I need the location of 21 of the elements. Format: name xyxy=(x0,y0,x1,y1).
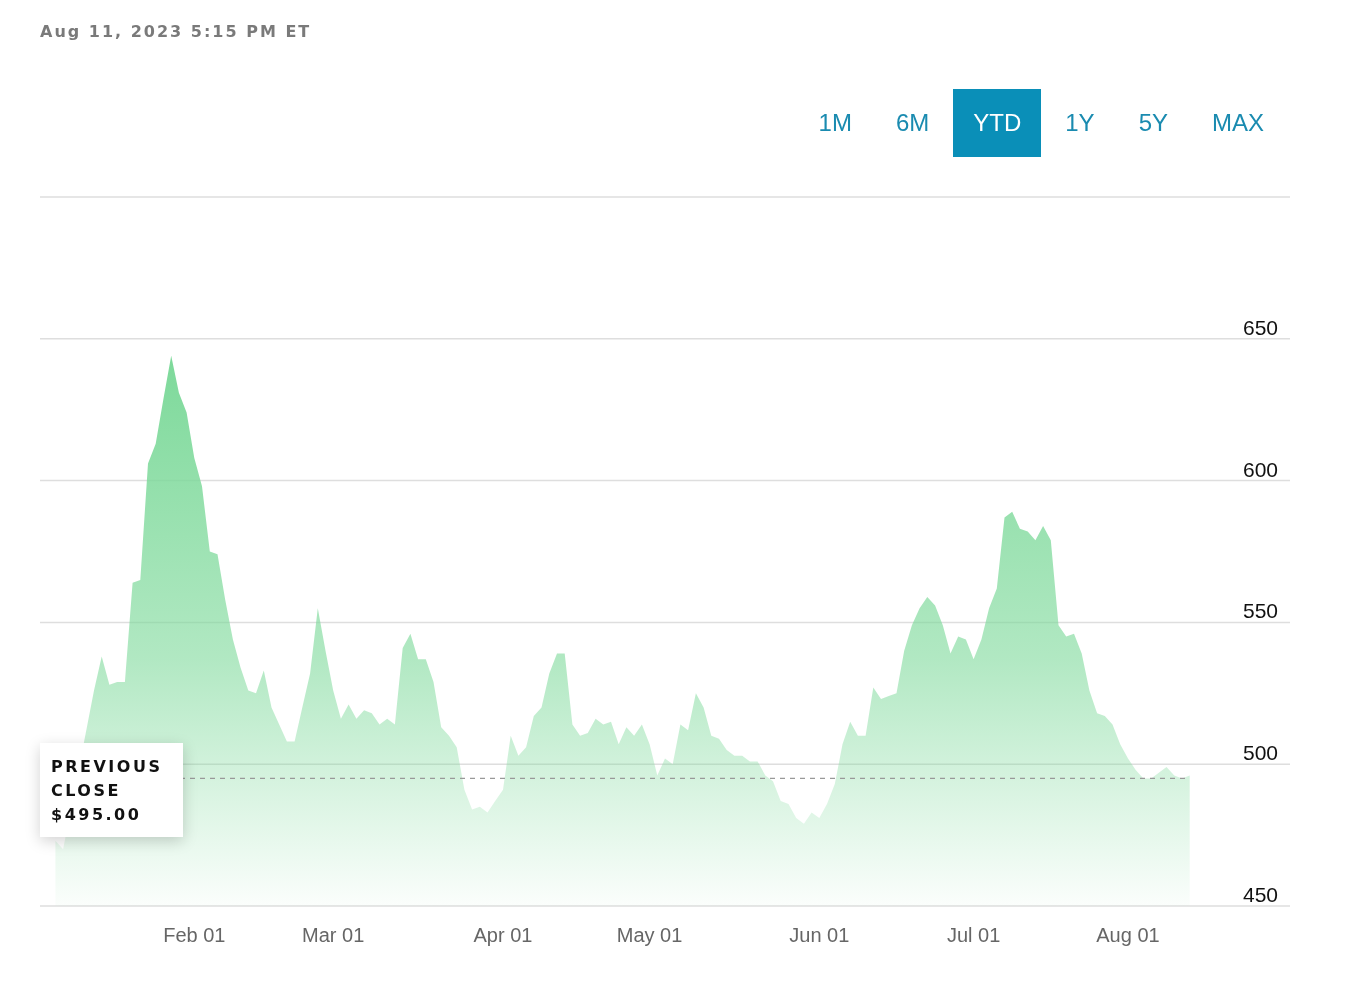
range-tab[interactable]: 1Y xyxy=(1045,89,1115,157)
range-tab[interactable]: 5Y xyxy=(1118,89,1188,157)
range-tab[interactable]: YTD xyxy=(953,89,1042,157)
range-tab[interactable]: 1M xyxy=(798,89,872,157)
y-axis-label: 550 xyxy=(1242,599,1278,623)
timestamp: Aug 11, 2023 5:15 PM ET xyxy=(40,22,313,41)
y-axis-label: 500 xyxy=(1242,741,1278,765)
x-axis-label: Jul 01 xyxy=(946,924,1001,946)
tooltip-value: $495.00 xyxy=(51,804,143,826)
x-axis-label: May 01 xyxy=(616,924,683,946)
y-axis-label: 450 xyxy=(1242,883,1278,906)
y-axis-label: 600 xyxy=(1242,457,1278,481)
range-tab[interactable]: MAX xyxy=(1192,89,1284,157)
x-axis-label: Mar 01 xyxy=(302,924,365,946)
x-axis-label: Aug 01 xyxy=(1096,924,1160,946)
y-axis-label: 650 xyxy=(1242,315,1278,339)
x-axis-label: Feb 01 xyxy=(163,924,226,946)
x-axis-label: Apr 01 xyxy=(473,924,533,946)
range-tab[interactable]: 6M xyxy=(875,89,950,157)
tooltip-label: PREVIOUS CLOSE xyxy=(51,756,164,802)
x-axis-label: Jun 01 xyxy=(789,924,850,946)
